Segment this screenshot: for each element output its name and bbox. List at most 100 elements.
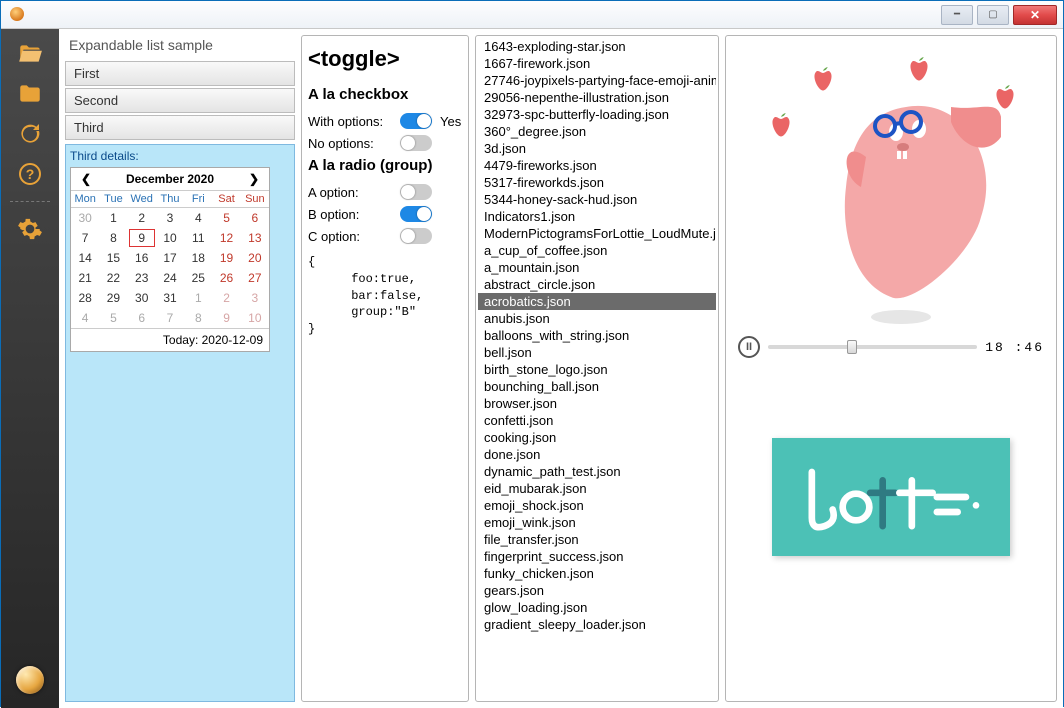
file-list-item[interactable]: 1667-firework.json	[478, 55, 716, 72]
file-list-item[interactable]: 32973-spc-butterfly-loading.json	[478, 106, 716, 123]
file-list-item[interactable]: a_cup_of_coffee.json	[478, 242, 716, 259]
calendar-day-cell[interactable]: 3	[156, 208, 184, 228]
no-options-toggle[interactable]	[400, 135, 432, 151]
calendar-day-cell[interactable]: 4	[71, 308, 99, 328]
file-list-item[interactable]: 27746-joypixels-partying-face-emoji-anim	[478, 72, 716, 89]
calendar-day-cell[interactable]: 6	[241, 208, 269, 228]
file-list-item[interactable]: a_mountain.json	[478, 259, 716, 276]
folder-icon[interactable]	[13, 77, 47, 111]
calendar-day-cell[interactable]: 12	[212, 228, 240, 248]
expandable-item-first[interactable]: First	[65, 61, 295, 86]
calendar-day-cell[interactable]: 13	[241, 228, 269, 248]
progress-slider[interactable]	[768, 345, 977, 349]
calendar-day-cell[interactable]: 29	[99, 288, 127, 308]
file-list-item[interactable]: gradient_sleepy_loader.json	[478, 616, 716, 633]
b-option-toggle[interactable]	[400, 206, 432, 222]
calendar-day-cell[interactable]: 2	[212, 288, 240, 308]
gear-icon[interactable]	[13, 212, 47, 246]
file-list-item[interactable]: 360°_degree.json	[478, 123, 716, 140]
a-option-toggle[interactable]	[400, 184, 432, 200]
calendar-day-cell[interactable]: 1	[99, 208, 127, 228]
with-options-toggle[interactable]	[400, 113, 432, 129]
calendar-day-cell[interactable]: 18	[184, 248, 212, 268]
calendar-day-cell[interactable]: 5	[212, 208, 240, 228]
calendar-day-cell[interactable]: 30	[128, 288, 156, 308]
file-list-item[interactable]: cooking.json	[478, 429, 716, 446]
calendar-day-cell[interactable]: 1	[184, 288, 212, 308]
close-button[interactable]: ✕	[1013, 5, 1057, 25]
file-list-item[interactable]: bounching_ball.json	[478, 378, 716, 395]
maximize-button[interactable]: ▢	[977, 5, 1009, 25]
calendar-day-cell[interactable]: 7	[71, 228, 99, 248]
calendar-day-cell[interactable]: 5	[99, 308, 127, 328]
expandable-item-second[interactable]: Second	[65, 88, 295, 113]
calendar-day-cell[interactable]: 28	[71, 288, 99, 308]
calendar-day-cell[interactable]: 4	[184, 208, 212, 228]
calendar-day-cell[interactable]: 22	[99, 268, 127, 288]
calendar-day-cell[interactable]: 24	[156, 268, 184, 288]
file-list-item[interactable]: browser.json	[478, 395, 716, 412]
file-list-item[interactable]: Indicators1.json	[478, 208, 716, 225]
help-icon[interactable]: ?	[13, 157, 47, 191]
calendar-day-cell[interactable]: 8	[184, 308, 212, 328]
calendar-day-cell[interactable]: 31	[156, 288, 184, 308]
calendar-prev-month[interactable]: ❮	[77, 172, 95, 186]
file-list-item[interactable]: abstract_circle.json	[478, 276, 716, 293]
calendar-day-cell[interactable]: 11	[184, 228, 212, 248]
refresh-icon[interactable]	[13, 117, 47, 151]
file-list-item[interactable]: funky_chicken.json	[478, 565, 716, 582]
file-list-item[interactable]: bell.json	[478, 344, 716, 361]
calendar-day-cell[interactable]: 9	[212, 308, 240, 328]
calendar-next-month[interactable]: ❯	[245, 172, 263, 186]
calendar-day-cell[interactable]: 10	[156, 228, 184, 248]
file-list-item[interactable]: gears.json	[478, 582, 716, 599]
calendar-day-cell[interactable]: 27	[241, 268, 269, 288]
file-list-item[interactable]: emoji_wink.json	[478, 514, 716, 531]
file-list-item[interactable]: glow_loading.json	[478, 599, 716, 616]
folder-open-icon[interactable]	[13, 37, 47, 71]
file-list-item[interactable]: anubis.json	[478, 310, 716, 327]
calendar-day-cell[interactable]: 9	[128, 228, 156, 248]
progress-thumb[interactable]	[847, 340, 857, 354]
calendar-day-cell[interactable]: 10	[241, 308, 269, 328]
file-list-item[interactable]: confetti.json	[478, 412, 716, 429]
calendar-day-cell[interactable]: 15	[99, 248, 127, 268]
pause-button[interactable]: II	[738, 336, 760, 358]
file-list-item[interactable]: acrobatics.json	[478, 293, 716, 310]
calendar-day-cell[interactable]: 2	[128, 208, 156, 228]
file-list-item[interactable]: balloons_with_string.json	[478, 327, 716, 344]
calendar-day-cell[interactable]: 16	[128, 248, 156, 268]
calendar-day-cell[interactable]: 7	[156, 308, 184, 328]
calendar-day-cell[interactable]: 30	[71, 208, 99, 228]
file-list-item[interactable]: dynamic_path_test.json	[478, 463, 716, 480]
file-list-item[interactable]: birth_stone_logo.json	[478, 361, 716, 378]
file-list-item[interactable]: 4479-fireworks.json	[478, 157, 716, 174]
c-option-toggle[interactable]	[400, 228, 432, 244]
calendar-day-cell[interactable]: 20	[241, 248, 269, 268]
calendar-today-label[interactable]: Today: 2020-12-09	[71, 328, 269, 351]
file-list-item[interactable]: 5344-honey-sack-hud.json	[478, 191, 716, 208]
calendar-day-cell[interactable]: 25	[184, 268, 212, 288]
file-list[interactable]: 1643-exploding-star.json1667-firework.js…	[478, 38, 716, 699]
file-list-item[interactable]: file_transfer.json	[478, 531, 716, 548]
file-list-item[interactable]: 1643-exploding-star.json	[478, 38, 716, 55]
calendar-day-cell[interactable]: 19	[212, 248, 240, 268]
calendar-day-cell[interactable]: 21	[71, 268, 99, 288]
calendar-day-cell[interactable]: 8	[99, 228, 127, 248]
file-list-item[interactable]: eid_mubarak.json	[478, 480, 716, 497]
file-list-item[interactable]: 5317-fireworkds.json	[478, 174, 716, 191]
calendar-day-cell[interactable]: 6	[128, 308, 156, 328]
file-list-item[interactable]: 3d.json	[478, 140, 716, 157]
calendar-day-cell[interactable]: 26	[212, 268, 240, 288]
file-list-item[interactable]: 29056-nepenthe-illustration.json	[478, 89, 716, 106]
calendar-day-cell[interactable]: 17	[156, 248, 184, 268]
calendar-day-cell[interactable]: 3	[241, 288, 269, 308]
calendar-day-cell[interactable]: 23	[128, 268, 156, 288]
file-list-item[interactable]: fingerprint_success.json	[478, 548, 716, 565]
minimize-button[interactable]: ━	[941, 5, 973, 25]
file-list-item[interactable]: done.json	[478, 446, 716, 463]
file-list-item[interactable]: emoji_shock.json	[478, 497, 716, 514]
file-list-item[interactable]: ModernPictogramsForLottie_LoudMute.js	[478, 225, 716, 242]
expandable-item-third[interactable]: Third	[65, 115, 295, 140]
calendar-day-cell[interactable]: 14	[71, 248, 99, 268]
